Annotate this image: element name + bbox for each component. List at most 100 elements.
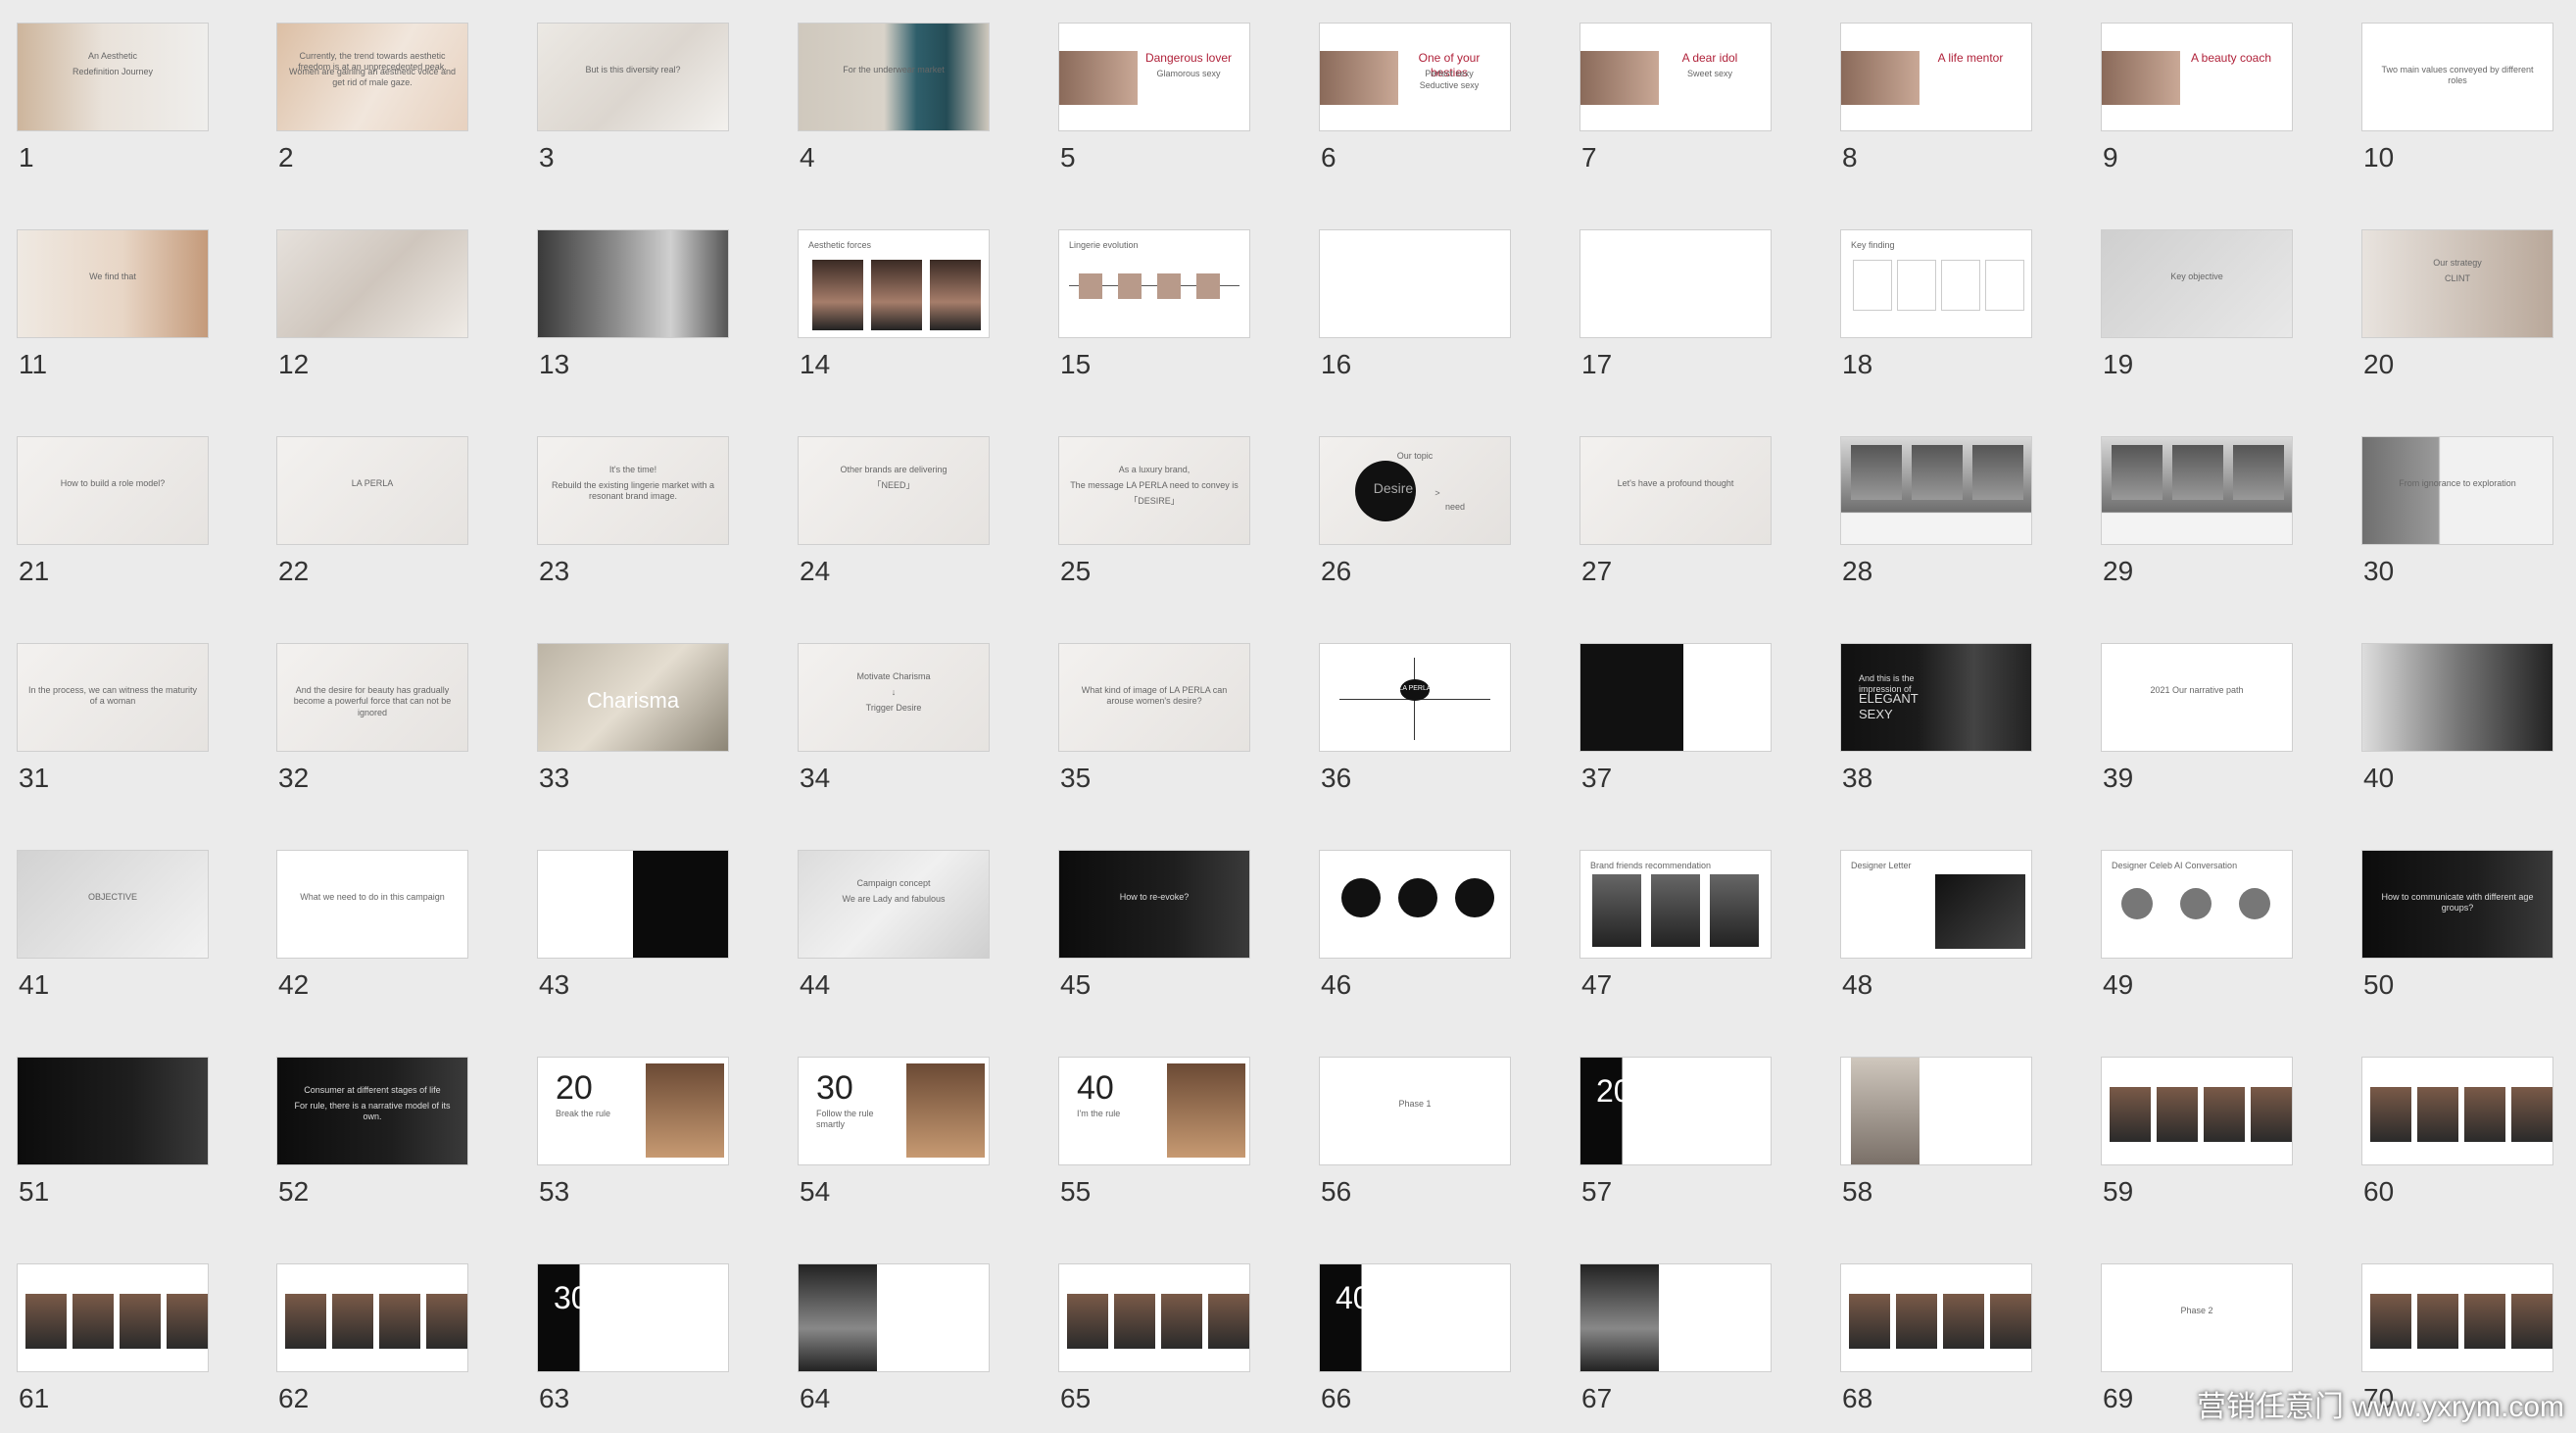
slide-preview[interactable]: And this is the impression of ELEGANT SEXY <box>1840 643 2032 752</box>
slide-thumbnail[interactable]: One of your besties Perfect sexy Seductive… <box>1319 23 1511 172</box>
slide-thumbnail[interactable]: 20 Break the rule 53 <box>537 1057 729 1206</box>
slide-thumbnail[interactable]: How to communicate with different age gr… <box>2361 850 2553 999</box>
slide-thumbnail[interactable]: How to re-evoke? 45 <box>1058 850 1250 999</box>
slide-preview[interactable]: 30 <box>537 1263 729 1372</box>
slide-thumbnail[interactable]: Motivate Charisma ↓ Trigger Desire 34 <box>798 643 990 792</box>
slide-preview[interactable] <box>1840 436 2032 545</box>
slide-preview[interactable]: 2021 Our narrative path <box>2101 643 2293 752</box>
slide-thumbnail[interactable]: How to build a role model? 21 <box>17 436 209 585</box>
slide-preview[interactable]: How to communicate with different age gr… <box>2361 850 2553 959</box>
slide-thumbnail[interactable]: A life mentor 8 <box>1840 23 2032 172</box>
slide-preview[interactable]: Key objective <box>2101 229 2293 338</box>
slide-preview[interactable] <box>1580 229 1772 338</box>
slide-preview[interactable]: Aesthetic forces <box>798 229 990 338</box>
slide-preview[interactable]: Currently, the trend towards aesthetic f… <box>276 23 468 131</box>
slide-preview[interactable]: What we need to do in this campaign <box>276 850 468 959</box>
slide-thumbnail[interactable]: 70 <box>2361 1263 2553 1412</box>
slide-preview[interactable]: How to re-evoke? <box>1058 850 1250 959</box>
slide-preview[interactable]: Designer Celeb AI Conversation <box>2101 850 2293 959</box>
slide-thumbnail[interactable]: Key objective 19 <box>2101 229 2293 378</box>
slide-preview[interactable]: From ignorance to exploration <box>2361 436 2553 545</box>
slide-thumbnail[interactable]: Our strategy CLINT 20 <box>2361 229 2553 378</box>
slide-preview[interactable]: It's the time! Rebuild the existing linge… <box>537 436 729 545</box>
slide-thumbnail[interactable]: For the underwear market 4 <box>798 23 990 172</box>
slide-preview[interactable]: 20 <box>1580 1057 1772 1165</box>
slide-thumbnail[interactable]: What kind of image of LA PERLA can arous… <box>1058 643 1250 792</box>
slide-preview[interactable] <box>2361 1263 2553 1372</box>
slide-preview[interactable]: In the process, we can witness the matur… <box>17 643 209 752</box>
slide-thumbnail[interactable]: 30 Follow the rule smartly 54 <box>798 1057 990 1206</box>
slide-preview[interactable] <box>537 850 729 959</box>
slide-thumbnail[interactable]: Lingerie evolution 15 <box>1058 229 1250 378</box>
slide-preview[interactable] <box>1058 1263 1250 1372</box>
slide-preview[interactable] <box>2101 436 2293 545</box>
slide-thumbnail[interactable]: 40 <box>2361 643 2553 792</box>
slide-thumbnail[interactable]: LA PERLA 22 <box>276 436 468 585</box>
slide-preview[interactable]: What kind of image of LA PERLA can arous… <box>1058 643 1250 752</box>
slide-thumbnail[interactable]: 12 <box>276 229 468 378</box>
slide-thumbnail[interactable]: An Aesthetic Redefinition Journey 1 <box>17 23 209 172</box>
slide-preview[interactable]: An Aesthetic Redefinition Journey <box>17 23 209 131</box>
slide-preview[interactable]: 20 Break the rule <box>537 1057 729 1165</box>
slide-thumbnail[interactable]: Campaign concept We are Lady and fabulous… <box>798 850 990 999</box>
slide-preview[interactable]: Designer Letter <box>1840 850 2032 959</box>
slide-thumbnail[interactable]: A beauty coach 9 <box>2101 23 2293 172</box>
slide-thumbnail[interactable]: We find that 11 <box>17 229 209 378</box>
slide-thumbnail[interactable]: 28 <box>1840 436 2032 585</box>
slide-preview[interactable] <box>2361 1057 2553 1165</box>
slide-thumbnail[interactable]: 46 <box>1319 850 1511 999</box>
slide-thumbnail[interactable]: 17 <box>1580 229 1772 378</box>
slide-preview[interactable]: But is this diversity real? <box>537 23 729 131</box>
slide-preview[interactable]: Our strategy CLINT <box>2361 229 2553 338</box>
slide-preview[interactable]: A dear idol Sweet sexy <box>1580 23 1772 131</box>
slide-thumbnail[interactable]: What we need to do in this campaign 42 <box>276 850 468 999</box>
slide-preview[interactable]: We find that <box>17 229 209 338</box>
slide-thumbnail[interactable]: Let's have a profound thought 27 <box>1580 436 1772 585</box>
slide-thumbnail[interactable]: And the desire for beauty has gradually … <box>276 643 468 792</box>
slide-thumbnail[interactable]: LA PERLA 36 <box>1319 643 1511 792</box>
slide-thumbnail[interactable]: But is this diversity real? 3 <box>537 23 729 172</box>
slide-preview[interactable]: Our topic Desire > need <box>1319 436 1511 545</box>
slide-preview[interactable]: 40 <box>1319 1263 1511 1372</box>
slide-thumbnail[interactable]: 64 <box>798 1263 990 1412</box>
slide-thumbnail[interactable]: 43 <box>537 850 729 999</box>
slide-preview[interactable] <box>1319 850 1511 959</box>
slide-thumbnail[interactable]: 60 <box>2361 1057 2553 1206</box>
slide-thumbnail[interactable]: Designer Letter 48 <box>1840 850 2032 999</box>
slide-preview[interactable] <box>1580 1263 1772 1372</box>
slide-thumbnail[interactable]: Brand friends recommendation 47 <box>1580 850 1772 999</box>
slide-preview[interactable] <box>2101 1057 2293 1165</box>
slide-preview[interactable]: And the desire for beauty has gradually … <box>276 643 468 752</box>
slide-preview[interactable]: Let's have a profound thought <box>1580 436 1772 545</box>
slide-preview[interactable] <box>276 229 468 338</box>
slide-thumbnail[interactable]: A dear idol Sweet sexy 7 <box>1580 23 1772 172</box>
slide-thumbnail[interactable]: OBJECTIVE 41 <box>17 850 209 999</box>
slide-preview[interactable] <box>1840 1263 2032 1372</box>
slide-thumbnail[interactable]: 59 <box>2101 1057 2293 1206</box>
slide-thumbnail[interactable]: 16 <box>1319 229 1511 378</box>
slide-preview[interactable]: Phase 1 <box>1319 1057 1511 1165</box>
slide-thumbnail[interactable]: Dangerous lover Glamorous sexy 5 <box>1058 23 1250 172</box>
slide-thumbnail[interactable]: In the process, we can witness the matur… <box>17 643 209 792</box>
slide-thumbnail[interactable]: 61 <box>17 1263 209 1412</box>
slide-preview[interactable] <box>17 1263 209 1372</box>
slide-preview[interactable] <box>537 229 729 338</box>
slide-thumbnail[interactable]: 2021 Our narrative path 39 <box>2101 643 2293 792</box>
slide-preview[interactable]: How to build a role model? <box>17 436 209 545</box>
slide-thumbnail[interactable]: Currently, the trend towards aesthetic f… <box>276 23 468 172</box>
slide-preview[interactable]: Phase 2 <box>2101 1263 2293 1372</box>
slide-thumbnail[interactable]: 58 <box>1840 1057 2032 1206</box>
slide-thumbnail[interactable]: Key finding 18 <box>1840 229 2032 378</box>
slide-thumbnail[interactable]: 40 66 <box>1319 1263 1511 1412</box>
slide-preview[interactable]: Two main values conveyed by different ro… <box>2361 23 2553 131</box>
slide-preview[interactable]: LA PERLA <box>1319 643 1511 752</box>
slide-thumbnail[interactable]: 67 <box>1580 1263 1772 1412</box>
slide-thumbnail[interactable]: Our topic Desire > need 26 <box>1319 436 1511 585</box>
slide-preview[interactable]: LA PERLA <box>276 436 468 545</box>
slide-preview[interactable]: Brand friends recommendation <box>1580 850 1772 959</box>
slide-preview[interactable]: Charisma <box>537 643 729 752</box>
slide-preview[interactable] <box>1319 229 1511 338</box>
slide-thumbnail[interactable]: Consumer at different stages of life For … <box>276 1057 468 1206</box>
slide-thumbnail[interactable]: Two main values conveyed by different ro… <box>2361 23 2553 172</box>
slide-thumbnail[interactable]: 68 <box>1840 1263 2032 1412</box>
